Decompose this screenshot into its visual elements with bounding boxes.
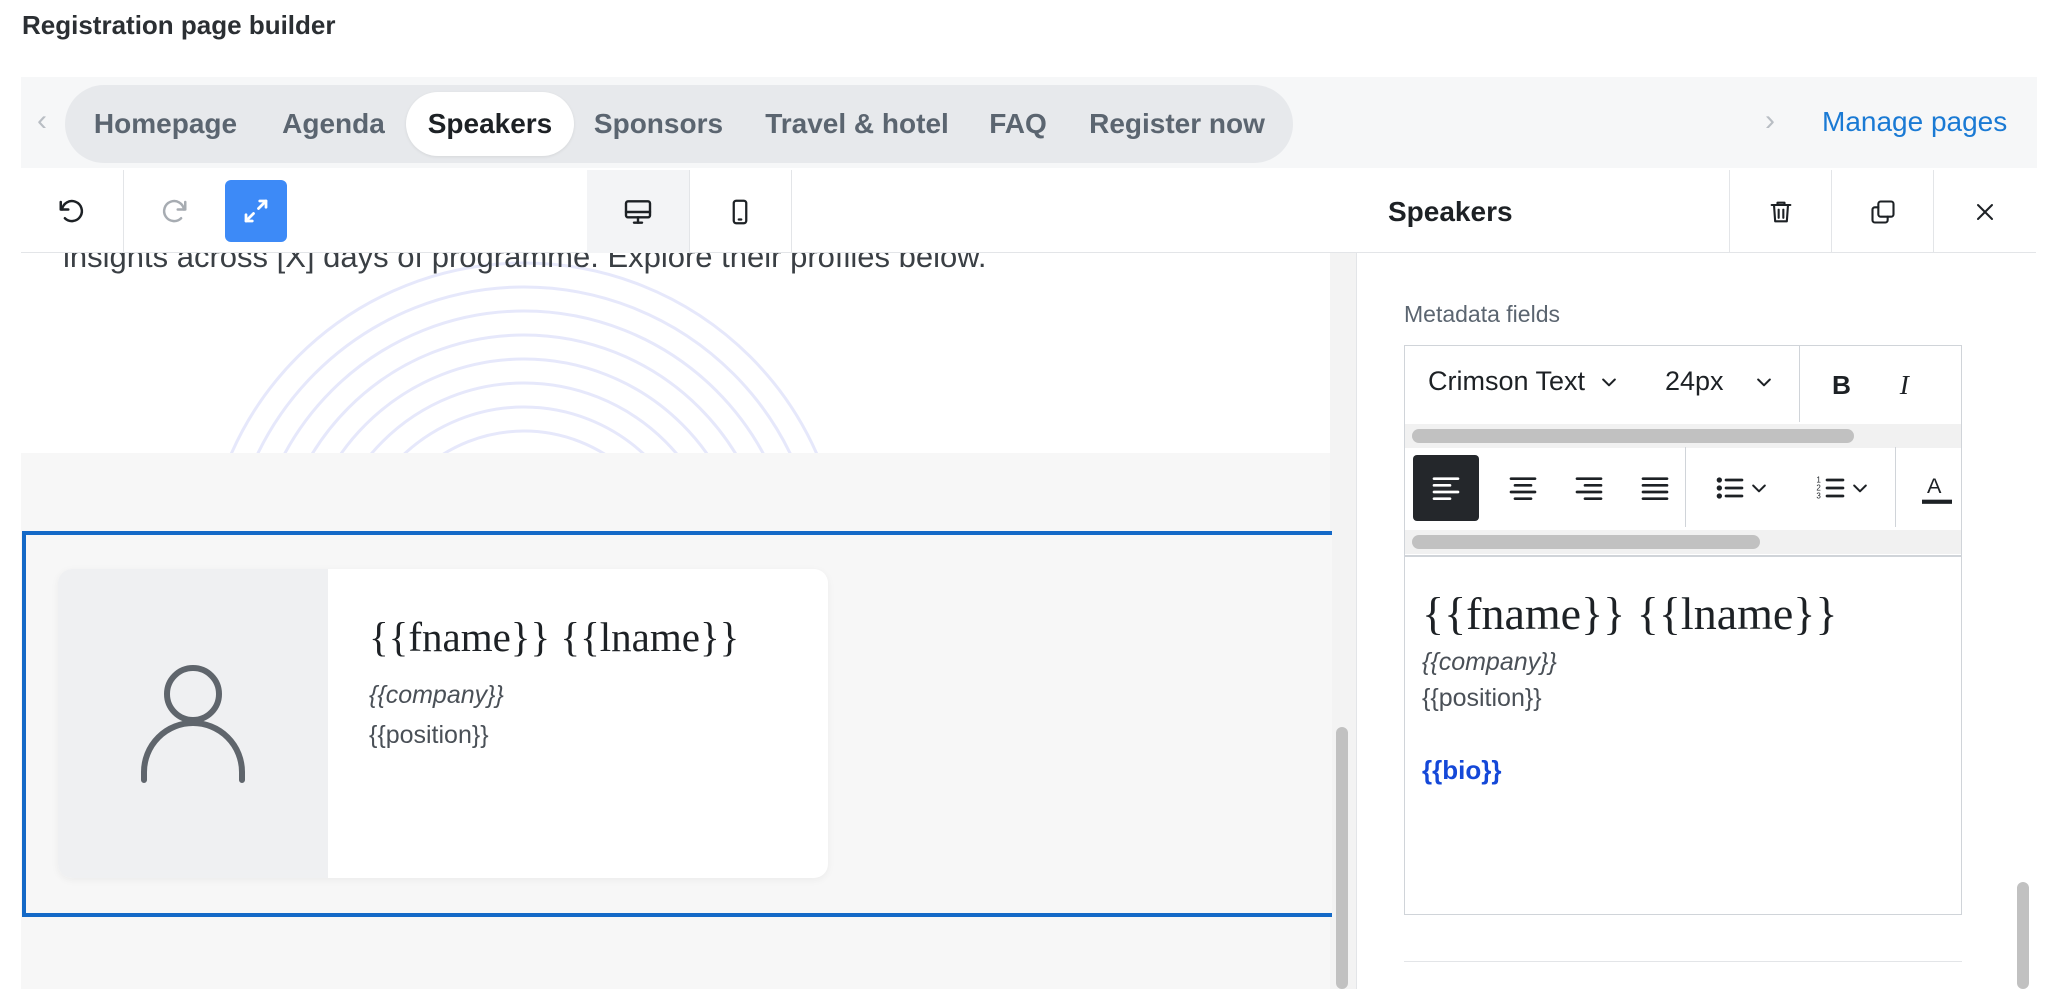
fullscreen-button[interactable] <box>225 180 287 242</box>
duplicate-block-button[interactable] <box>1831 170 1933 253</box>
bullet-list-button[interactable] <box>1702 465 1778 511</box>
chevron-down-icon <box>1756 378 1771 386</box>
align-justify-button[interactable] <box>1622 455 1688 521</box>
mobile-icon <box>732 199 748 224</box>
svg-text:3: 3 <box>1816 492 1821 501</box>
align-left-icon <box>1432 477 1460 500</box>
italic-button[interactable]: I <box>1884 362 1928 406</box>
text-color-button[interactable]: A <box>1912 465 1962 511</box>
font-size-value: 24px <box>1665 366 1724 396</box>
speaker-position: {{position}} <box>369 721 489 749</box>
desktop-view-icon-wrap <box>587 170 689 253</box>
undo-button[interactable] <box>21 170 123 253</box>
font-family-select[interactable]: Crimson Text <box>1428 366 1619 397</box>
editor-position-field[interactable]: {{position}} <box>1422 684 1542 713</box>
delete-block-button[interactable] <box>1729 170 1831 253</box>
align-left-icon-wrap <box>1413 455 1479 521</box>
close-icon <box>1976 203 1993 220</box>
duplicate-icon <box>1870 199 1895 224</box>
bold-button[interactable]: B <box>1820 362 1864 406</box>
chevron-down-icon <box>1602 378 1616 386</box>
chevron-right-icon[interactable]: › <box>1758 104 1782 138</box>
editor-company-field[interactable]: {{company}} <box>1422 648 1557 677</box>
speaker-card[interactable]: {{fname}} {{lname}} {{company}} {{positi… <box>58 569 828 878</box>
manage-pages-link[interactable]: Manage pages <box>1822 106 2007 138</box>
numbered-list-icon: 123 <box>1816 476 1845 501</box>
speaker-photo-placeholder <box>58 569 328 878</box>
hero-pattern <box>229 261 819 453</box>
tab-register-now[interactable]: Register now <box>1080 92 1274 156</box>
chevron-down-icon <box>1853 484 1867 493</box>
panel-title: Speakers <box>1388 196 1513 227</box>
svg-text:A: A <box>1927 473 1942 498</box>
font-size-select[interactable]: 24px <box>1665 366 1774 397</box>
italic-icon: I <box>1899 369 1911 400</box>
undo-icon <box>59 199 84 222</box>
editor-name-field[interactable]: {{fname}} {{lname}} <box>1422 587 1837 640</box>
font-family-value: Crimson Text <box>1428 366 1586 396</box>
close-panel-button[interactable] <box>1933 170 2035 253</box>
tab-speakers[interactable]: Speakers <box>406 92 574 156</box>
chevron-down-icon <box>1752 484 1766 493</box>
tab-agenda[interactable]: Agenda <box>265 92 402 156</box>
expand-icon <box>244 199 268 223</box>
canvas-scrollbar-thumb[interactable] <box>1336 727 1348 989</box>
text-color-icon: A <box>1922 473 1952 504</box>
user-icon <box>141 664 245 783</box>
tab-homepage[interactable]: Homepage <box>77 92 254 156</box>
chevron-left-icon[interactable]: ‹ <box>30 104 54 138</box>
redo-icon <box>162 199 187 222</box>
panel-divider <box>1404 961 1962 962</box>
align-right-button[interactable] <box>1556 455 1622 521</box>
tab-travel-hotel[interactable]: Travel & hotel <box>752 92 962 156</box>
bold-icon: B <box>1832 370 1851 400</box>
align-center-icon <box>1509 477 1537 500</box>
align-center-button[interactable] <box>1490 455 1556 521</box>
panel-scrollbar-thumb[interactable] <box>2017 882 2029 989</box>
editor-bio-field[interactable]: {{bio}} <box>1422 755 1501 786</box>
tab-faq[interactable]: FAQ <box>978 92 1058 156</box>
toolbar-scrollbar-thumb-2[interactable] <box>1412 535 1760 549</box>
desktop-icon <box>624 199 652 224</box>
metadata-fields-label: Metadata fields <box>1404 301 1560 327</box>
app-title: Registration page builder <box>22 10 336 40</box>
bullet-list-icon <box>1716 477 1744 499</box>
mobile-view-button[interactable] <box>689 170 791 253</box>
svg-text:I: I <box>1899 369 1911 400</box>
align-justify-icon <box>1641 477 1669 500</box>
speaker-name: {{fname}} {{lname}} <box>369 614 740 660</box>
redo-button[interactable] <box>123 170 225 253</box>
hero-section[interactable]: insights across [X] days of programme. E… <box>21 253 1330 453</box>
hero-description: insights across [X] days of programme. E… <box>63 253 987 274</box>
speaker-company: {{company}} <box>369 681 504 709</box>
toolbar-scrollbar-thumb[interactable] <box>1412 429 1854 443</box>
trash-icon <box>1770 201 1791 222</box>
align-right-icon <box>1575 477 1603 500</box>
tab-sponsors[interactable]: Sponsors <box>584 92 733 156</box>
numbered-list-button[interactable]: 123 <box>1800 465 1882 511</box>
svg-text:B: B <box>1832 370 1851 400</box>
